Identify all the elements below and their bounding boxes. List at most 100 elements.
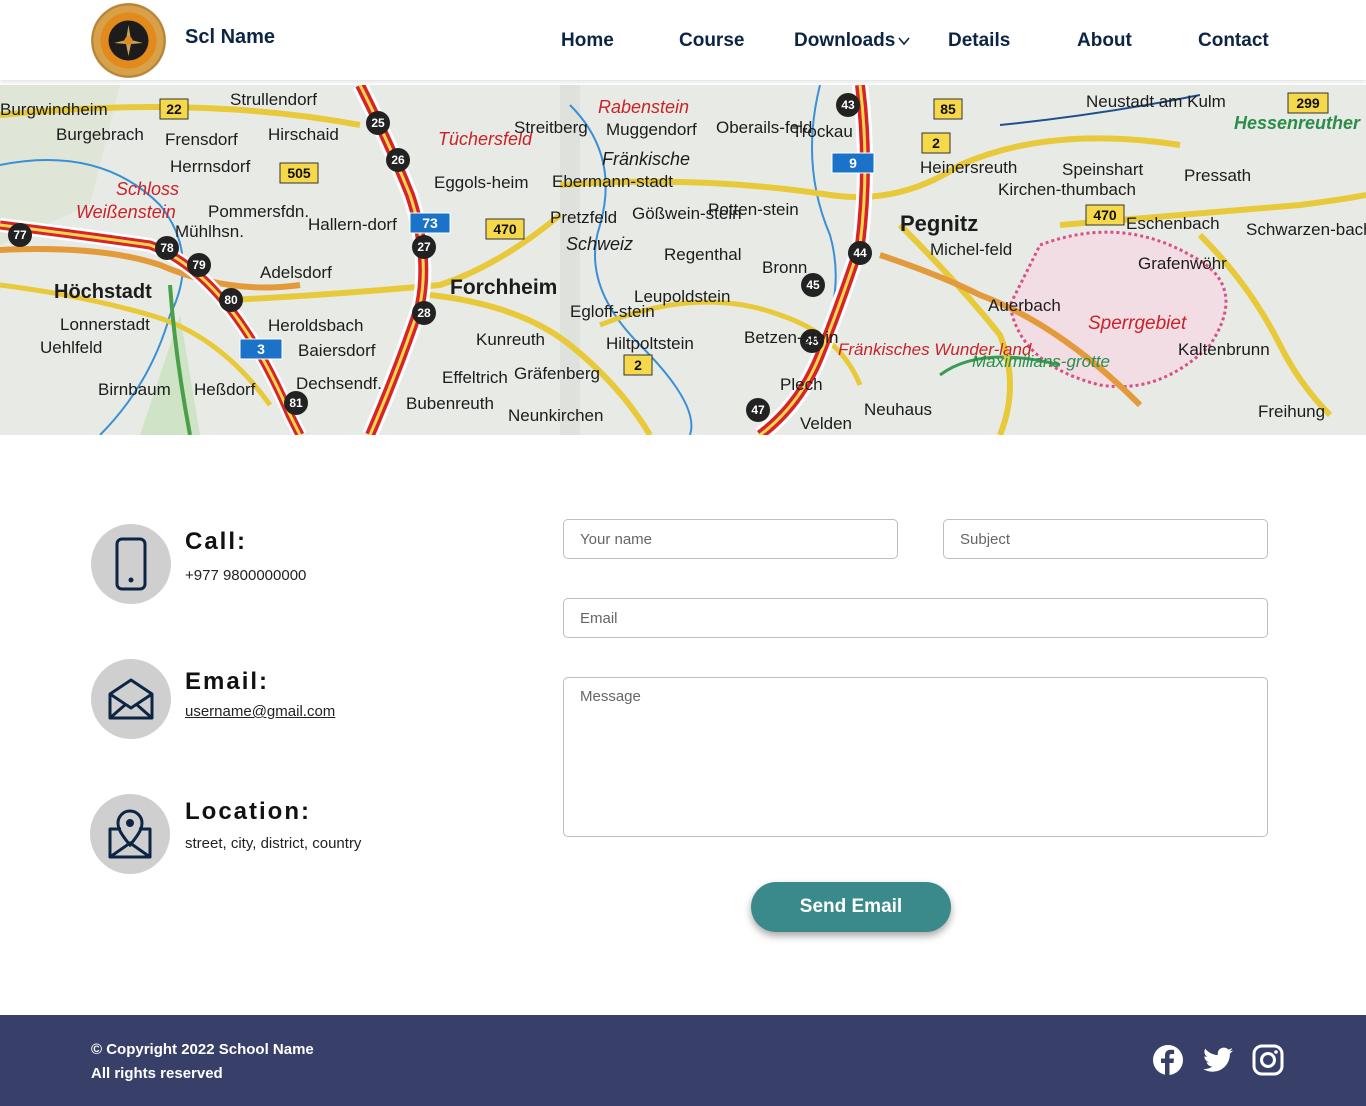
svg-text:Egloff-stein: Egloff-stein — [570, 302, 655, 321]
email-link[interactable]: username@gmail.com — [185, 703, 335, 720]
svg-text:Streitberg: Streitberg — [514, 118, 588, 137]
svg-text:Kirchen-thumbach: Kirchen-thumbach — [998, 180, 1136, 199]
svg-text:Frensdorf: Frensdorf — [165, 130, 238, 149]
svg-text:Hirschaid: Hirschaid — [268, 125, 339, 144]
svg-text:Grafenwöhr: Grafenwöhr — [1138, 254, 1227, 273]
svg-text:Schweiz: Schweiz — [566, 234, 633, 254]
phone-icon-badge — [91, 524, 171, 604]
svg-text:Hallern-dorf: Hallern-dorf — [308, 215, 397, 234]
email-title: Email: — [185, 668, 270, 695]
svg-text:Bubenreuth: Bubenreuth — [406, 394, 494, 413]
svg-text:Schloss: Schloss — [116, 179, 179, 199]
svg-text:47: 47 — [751, 403, 765, 417]
svg-text:505: 505 — [287, 165, 311, 181]
svg-text:Schwarzen-bach: Schwarzen-bach — [1246, 220, 1366, 239]
nav-downloads-label: Downloads — [794, 30, 896, 51]
svg-text:470: 470 — [493, 221, 517, 237]
svg-text:Neunkirchen: Neunkirchen — [508, 406, 603, 425]
nav-downloads[interactable]: Downloads — [794, 30, 911, 52]
svg-text:25: 25 — [371, 116, 385, 130]
svg-text:28: 28 — [417, 306, 431, 320]
copyright-text: © Copyright 2022 School Name — [91, 1041, 314, 1058]
email-input[interactable] — [563, 598, 1268, 638]
svg-text:Neuhaus: Neuhaus — [864, 400, 932, 419]
instagram-icon[interactable] — [1252, 1044, 1284, 1076]
svg-text:470: 470 — [1093, 207, 1117, 223]
svg-text:Weißenstein: Weißenstein — [76, 202, 176, 222]
svg-text:Auerbach: Auerbach — [988, 296, 1061, 315]
svg-text:44: 44 — [853, 246, 867, 260]
message-textarea[interactable] — [563, 677, 1268, 837]
map-label: Burgwindheim — [0, 100, 108, 119]
svg-text:Hessenreuther: Hessenreuther — [1234, 113, 1361, 133]
svg-text:Eschenbach: Eschenbach — [1126, 214, 1220, 233]
svg-text:Effeltrich: Effeltrich — [442, 368, 508, 387]
svg-text:Kunreuth: Kunreuth — [476, 330, 545, 349]
svg-text:79: 79 — [192, 258, 206, 272]
svg-text:43: 43 — [841, 98, 855, 112]
svg-text:Potten-stein: Potten-stein — [708, 200, 799, 219]
location-title: Location: — [185, 798, 311, 825]
svg-text:Hiltpoltstein: Hiltpoltstein — [606, 334, 694, 353]
svg-text:85: 85 — [940, 101, 956, 117]
svg-text:Rabenstein: Rabenstein — [598, 97, 689, 117]
name-input[interactable] — [563, 519, 898, 559]
facebook-icon[interactable] — [1152, 1044, 1184, 1076]
svg-text:Kaltenbrunn: Kaltenbrunn — [1178, 340, 1270, 359]
svg-text:Birnbaum: Birnbaum — [98, 380, 171, 399]
svg-text:Maximilians-grotte: Maximilians-grotte — [972, 352, 1110, 371]
svg-text:73: 73 — [422, 215, 438, 231]
svg-text:80: 80 — [224, 293, 238, 307]
send-email-button[interactable]: Send Email — [751, 882, 951, 932]
svg-text:Dechsendf.: Dechsendf. — [296, 374, 382, 393]
svg-text:Mühlhsn.: Mühlhsn. — [175, 222, 244, 241]
call-title: Call: — [185, 528, 248, 555]
svg-text:Pretzfeld: Pretzfeld — [550, 208, 617, 227]
svg-text:299: 299 — [1296, 95, 1320, 111]
svg-text:Betzen-stein: Betzen-stein — [744, 328, 839, 347]
svg-text:Fränkische: Fränkische — [602, 149, 690, 169]
nav-course[interactable]: Course — [679, 30, 744, 52]
svg-text:Heroldsbach: Heroldsbach — [268, 316, 363, 335]
nav-home[interactable]: Home — [561, 30, 614, 52]
svg-text:Burgebrach: Burgebrach — [56, 125, 144, 144]
svg-text:Uehlfeld: Uehlfeld — [40, 338, 102, 357]
svg-text:22: 22 — [166, 101, 182, 117]
location-value: street, city, district, country — [185, 835, 362, 852]
svg-text:Neustadt am Kulm: Neustadt am Kulm — [1086, 92, 1226, 111]
svg-text:Heßdorf: Heßdorf — [194, 380, 256, 399]
svg-text:Heinersreuth: Heinersreuth — [920, 158, 1017, 177]
twitter-icon[interactable] — [1202, 1044, 1234, 1076]
svg-text:Freihung: Freihung — [1258, 402, 1325, 421]
svg-text:Strullendorf: Strullendorf — [230, 90, 317, 109]
svg-text:Sperrgebiet: Sperrgebiet — [1088, 313, 1187, 334]
svg-text:Pressath: Pressath — [1184, 166, 1251, 185]
site-header: Scl Name Home Course Downloads Details A… — [0, 0, 1366, 80]
nav-about[interactable]: About — [1077, 30, 1132, 52]
nav-details[interactable]: Details — [948, 30, 1010, 52]
svg-text:Eggols-heim: Eggols-heim — [434, 173, 529, 192]
svg-text:Velden: Velden — [800, 414, 852, 433]
svg-text:Bronn: Bronn — [762, 258, 807, 277]
svg-text:Forchheim: Forchheim — [450, 276, 557, 299]
map-pin-icon — [108, 809, 152, 859]
chevron-down-icon — [898, 37, 910, 46]
svg-text:78: 78 — [160, 241, 174, 255]
hero-map-image: 22 505 470 73 3 85 2 9 470 299 2 25 26 2… — [0, 85, 1366, 435]
nav-contact[interactable]: Contact — [1198, 30, 1269, 52]
svg-text:77: 77 — [13, 228, 27, 242]
main-nav: Home Course Downloads Details About Cont… — [0, 30, 1366, 54]
envelope-icon-badge — [91, 659, 171, 739]
svg-text:2: 2 — [932, 135, 940, 151]
subject-input[interactable] — [943, 519, 1268, 559]
svg-text:26: 26 — [391, 153, 405, 167]
svg-text:81: 81 — [289, 396, 303, 410]
road-map-image: 22 505 470 73 3 85 2 9 470 299 2 25 26 2… — [0, 85, 1366, 435]
svg-text:45: 45 — [806, 278, 820, 292]
svg-text:Michel-feld: Michel-feld — [930, 240, 1012, 259]
svg-text:Plech: Plech — [780, 375, 823, 394]
svg-text:Gräfenberg: Gräfenberg — [514, 364, 600, 383]
svg-text:27: 27 — [417, 240, 431, 254]
call-value[interactable]: +977 9800000000 — [185, 567, 306, 584]
svg-text:Trockau: Trockau — [792, 122, 853, 141]
